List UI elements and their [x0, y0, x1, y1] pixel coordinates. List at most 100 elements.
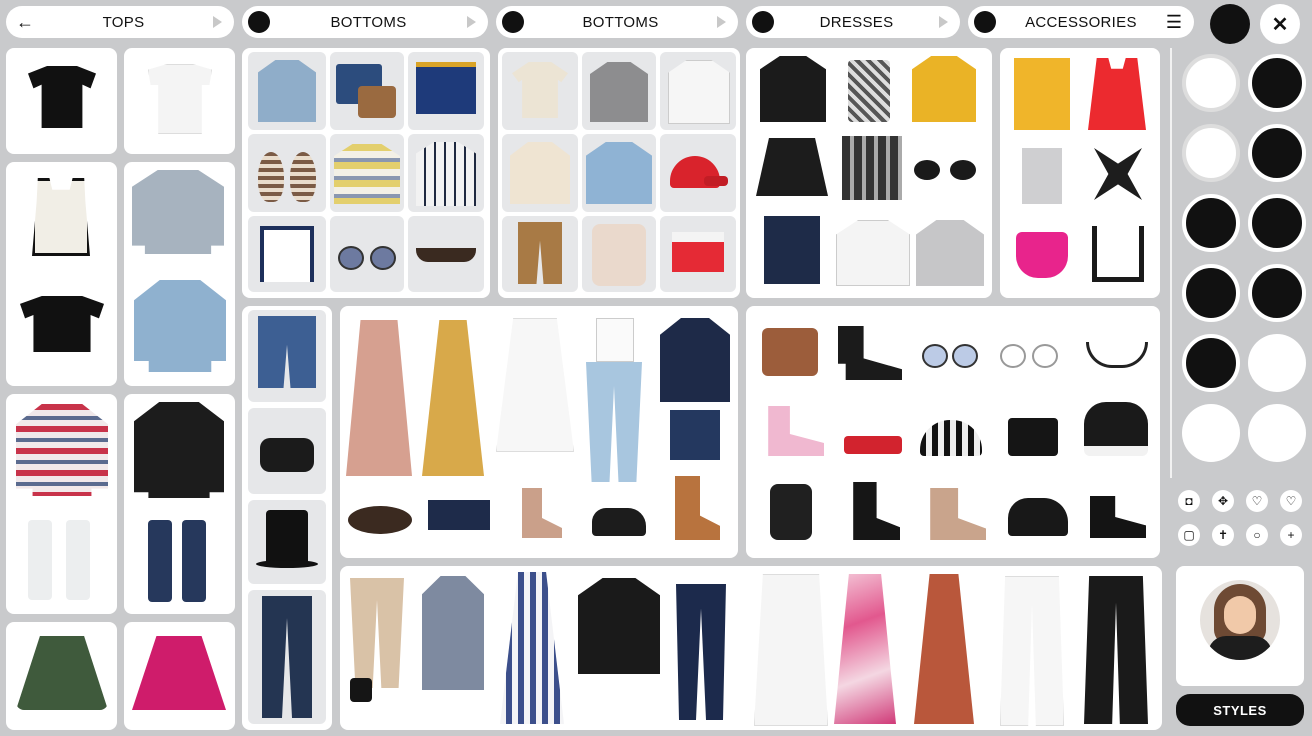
item-cell[interactable]: [248, 52, 326, 130]
white-trousers: [1000, 576, 1064, 726]
outfit-panel: [340, 306, 738, 558]
tab-tops[interactable]: ← TOPS: [6, 6, 234, 38]
face-icon[interactable]: [1248, 54, 1306, 112]
navy-jacket: [660, 318, 730, 402]
item-card[interactable]: [6, 394, 117, 614]
item-card[interactable]: [6, 162, 117, 386]
top-hat: [266, 510, 308, 562]
item-cell[interactable]: [248, 408, 326, 494]
item-cell[interactable]: [330, 134, 404, 212]
item-card[interactable]: [124, 48, 235, 154]
close-button[interactable]: ✕: [1260, 4, 1300, 44]
item-cell[interactable]: [248, 590, 326, 724]
patterned-scarf: [848, 60, 890, 122]
striped-knit: [334, 144, 400, 204]
rust-slip-dress: [914, 574, 974, 724]
avatar-outline-icon[interactable]: [1182, 54, 1240, 112]
item-cell[interactable]: [408, 216, 484, 292]
item-cell[interactable]: [248, 134, 326, 212]
item-cell[interactable]: [502, 216, 578, 292]
black-sunglasses: [914, 160, 940, 180]
item-cell[interactable]: [660, 52, 736, 130]
black-bow: [1094, 148, 1142, 200]
profile-card[interactable]: [1176, 566, 1304, 686]
arrow-left-icon[interactable]: ←: [16, 12, 34, 33]
triangle-right-icon: [467, 16, 476, 28]
item-card[interactable]: [124, 394, 235, 614]
item-cell[interactable]: [248, 216, 326, 292]
item-cell[interactable]: [330, 52, 404, 130]
solid-circle-icon[interactable]: [1248, 124, 1306, 182]
item-card[interactable]: [124, 622, 235, 730]
quatrefoil-icon[interactable]: [1248, 264, 1306, 322]
item-cell[interactable]: [660, 134, 736, 212]
item-card[interactable]: [6, 48, 117, 154]
navy-skirt: [416, 62, 476, 114]
butterfly-icon[interactable]: [1182, 194, 1240, 252]
white-leg-warmers-2: [66, 520, 90, 600]
black-chelsea-boot: [1090, 496, 1146, 538]
item-card[interactable]: [124, 162, 235, 386]
tab-accessories[interactable]: ACCESSORIES ☰: [968, 6, 1194, 38]
blank-circle-icon[interactable]: [1182, 404, 1240, 462]
menu-icon[interactable]: ☰: [1166, 12, 1182, 33]
tool-button[interactable]: ✥: [1212, 490, 1234, 512]
tab-bottoms-2[interactable]: BOTTOMS: [496, 6, 738, 38]
asterisk-icon[interactable]: [1248, 334, 1306, 392]
tool-button[interactable]: +: [1280, 524, 1302, 546]
item-cell[interactable]: [248, 310, 326, 402]
round-sunglasses-2: [370, 246, 396, 270]
tool-button[interactable]: ♡: [1246, 490, 1268, 512]
brown-bag: [358, 86, 396, 118]
dresses-panel: [746, 48, 992, 298]
tool-button[interactable]: ◘: [1178, 490, 1200, 512]
yellow-jacket: [912, 56, 976, 122]
item-cell[interactable]: [582, 52, 656, 130]
black-box: [1008, 418, 1058, 456]
item-card[interactable]: [6, 622, 117, 730]
close-icon: ✕: [1271, 13, 1289, 36]
tab-bottoms-1[interactable]: BOTTOMS: [242, 6, 488, 38]
tab-dresses[interactable]: DRESSES: [746, 6, 960, 38]
avatar-body: [1208, 636, 1272, 660]
pink-basket-bag: [1016, 232, 1068, 278]
item-cell[interactable]: [502, 134, 578, 212]
navy-jeans: [676, 584, 726, 720]
white-jacket: [668, 60, 730, 124]
item-cell[interactable]: [582, 134, 656, 212]
tool-button[interactable]: ○: [1246, 524, 1268, 546]
striped-sweater: [16, 404, 108, 496]
tree-icon[interactable]: [1182, 334, 1240, 392]
tool-button[interactable]: ♡: [1280, 490, 1302, 512]
clover-icon[interactable]: [1248, 404, 1306, 462]
green-skirt: [16, 636, 108, 710]
accessories-panel: [1000, 48, 1160, 298]
fur-hat: [1084, 402, 1148, 456]
dot-icon: [248, 11, 270, 33]
item-cell[interactable]: [330, 216, 404, 292]
styles-button[interactable]: STYLES: [1176, 694, 1304, 726]
denim-shirt: [258, 60, 316, 122]
item-cell[interactable]: [408, 52, 484, 130]
item-cell[interactable]: [408, 134, 484, 212]
red-flower-heel: [770, 484, 812, 540]
flower-outline-icon[interactable]: [1182, 124, 1240, 182]
tweed-coat: [422, 576, 484, 690]
navy-leg-warmer: [148, 520, 172, 602]
black-leather-jacket: [760, 56, 826, 122]
profile-dot-button[interactable]: [1210, 4, 1250, 44]
bow-icon[interactable]: [1182, 264, 1240, 322]
item-cell[interactable]: [660, 216, 736, 292]
item-cell[interactable]: [248, 500, 326, 584]
tool-button[interactable]: ▢: [1178, 524, 1200, 546]
clear-glasses-2: [1032, 344, 1058, 368]
triangle-right-icon: [939, 16, 948, 28]
red-cap-brim: [704, 176, 728, 186]
solid-circle-icon[interactable]: [1248, 194, 1306, 252]
item-cell[interactable]: [582, 216, 656, 292]
item-cell[interactable]: [502, 52, 578, 130]
denim-jacket-2: [586, 142, 652, 204]
beige-block-boot: [930, 488, 986, 540]
yellow-turtleneck: [1014, 58, 1070, 130]
tool-button[interactable]: ✝: [1212, 524, 1234, 546]
